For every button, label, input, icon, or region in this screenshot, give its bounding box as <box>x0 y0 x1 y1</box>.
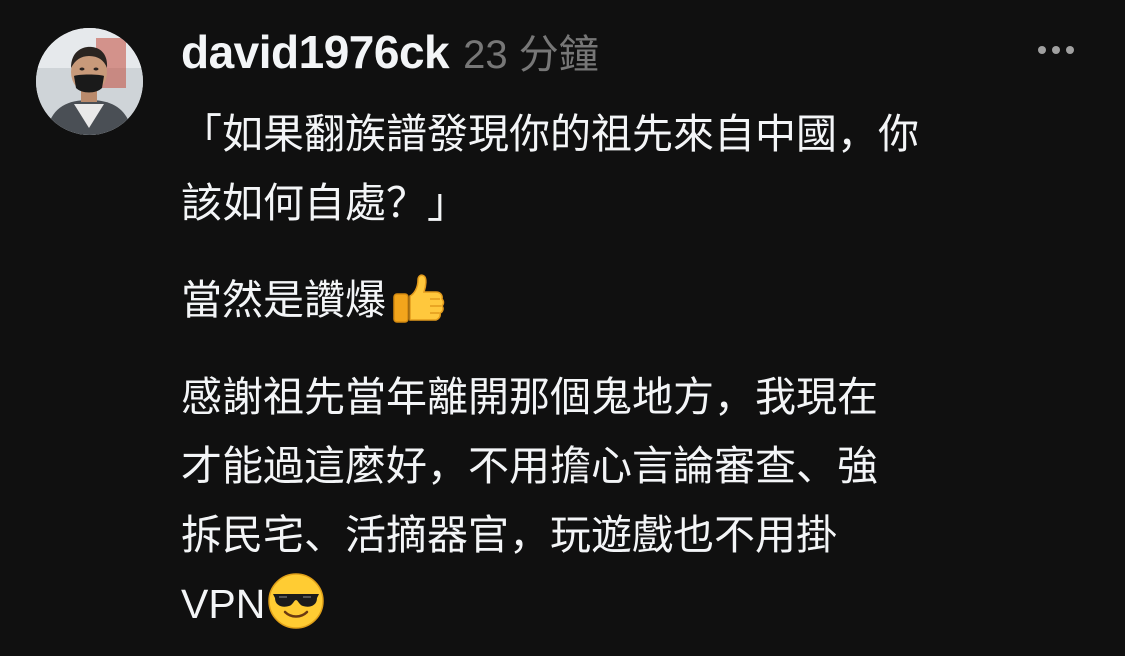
more-options-icon <box>1038 46 1046 54</box>
post-text-line: 「如果翻族譜發現你的祖先來自中國，你 <box>181 110 919 158</box>
post-text-line: 該如何自處？」 <box>181 179 468 227</box>
avatar[interactable] <box>36 28 143 135</box>
post-header: david1976ck 23 分鐘 <box>181 22 599 86</box>
post-text-line: 當然是讚爆 <box>181 276 386 324</box>
post-text-line: 感謝祖先當年離開那個鬼地方，我現在 <box>181 373 878 421</box>
more-options-icon-dot <box>1066 46 1074 54</box>
post-text-line: 拆民宅、活摘器官，玩遊戲也不用掛 <box>181 511 837 559</box>
more-options-icon-dot <box>1052 46 1060 54</box>
thumbs-up-emoji <box>388 268 446 326</box>
post-text-line-with-emoji: VPN <box>181 570 1081 639</box>
post-paragraph-3: 感謝祖先當年離開那個鬼地方，我現在 才能過這麼好，不用擔心言論審查、強 拆民宅、… <box>181 363 1081 639</box>
post-paragraph-2: 當然是讚爆 <box>181 266 1081 335</box>
post-timestamp[interactable]: 23 分鐘 <box>463 22 599 80</box>
post-text-line: VPN <box>181 581 266 627</box>
more-options-button[interactable] <box>1026 32 1086 68</box>
smiling-face-with-sunglasses-emoji <box>267 572 325 630</box>
user-avatar-icon <box>36 28 143 135</box>
post-body: 「如果翻族譜發現你的祖先來自中國，你 該如何自處？」 當然是讚爆 感謝祖先當年離… <box>181 100 1081 639</box>
post-text-line: 才能過這麼好，不用擔心言論審查、強 <box>181 442 878 490</box>
post-text-line-with-emoji: 當然是讚爆 <box>181 266 1081 335</box>
threads-post: david1976ck 23 分鐘 「如果翻族譜發現你的祖先來自中國，你 該如何… <box>0 0 1125 656</box>
username-link[interactable]: david1976ck <box>181 25 450 79</box>
post-paragraph-1: 「如果翻族譜發現你的祖先來自中國，你 該如何自處？」 <box>181 100 1081 238</box>
